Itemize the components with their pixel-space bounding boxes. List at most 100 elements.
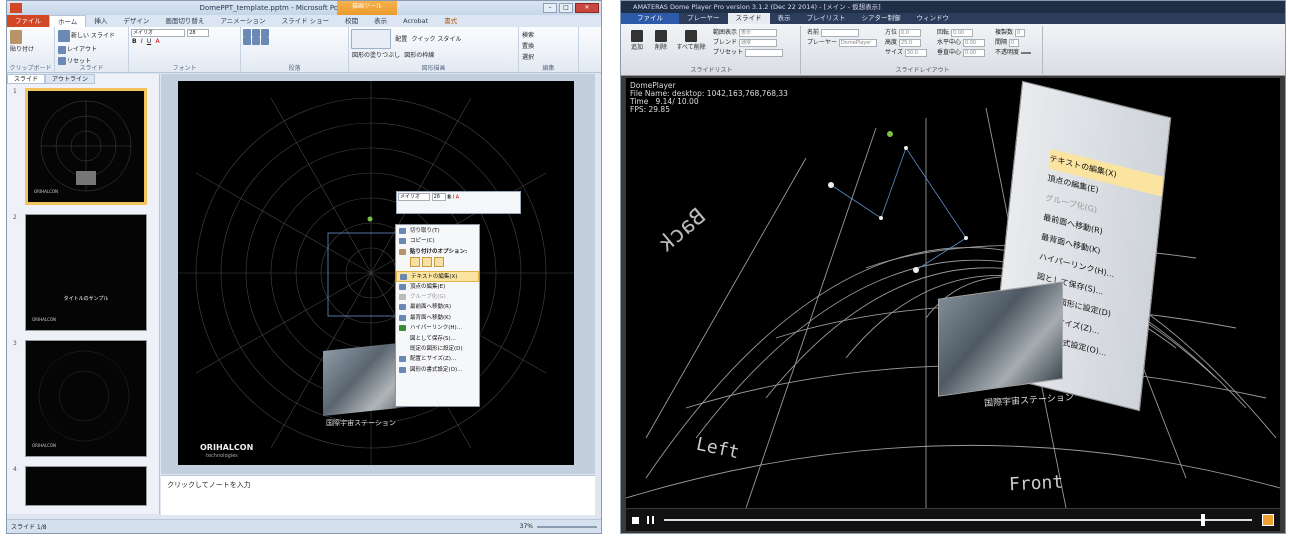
align-center-icon[interactable] [252, 37, 260, 45]
menu-item[interactable]: テキストの編集(X) [396, 271, 479, 282]
spacing-input[interactable]: 0 [1008, 38, 1019, 47]
tab-slide[interactable]: スライド [727, 13, 770, 24]
slide-canvas[interactable]: 国際宇宙ステーション ORIHALCON technologies [178, 81, 574, 465]
numbering-icon[interactable] [252, 29, 260, 37]
menu-item[interactable]: 最前面へ移動(R) [396, 302, 479, 312]
menu-item[interactable]: 切り取り(T) [396, 226, 479, 236]
underline-button[interactable]: U [147, 38, 151, 45]
menu-item[interactable]: 頂点の編集(E) [396, 282, 479, 292]
paste-option-icon[interactable] [422, 257, 432, 268]
tab-outline[interactable]: アウトライン [45, 74, 96, 84]
select-button[interactable]: 選択 [522, 52, 534, 61]
slide-thumbnail[interactable]: タイトルのサンプル ORIHALCON [25, 214, 147, 331]
minimize-button[interactable]: – [543, 3, 557, 13]
menu-item-label: 図として保存(S)... [410, 335, 456, 342]
close-button[interactable]: ✕ [575, 3, 599, 13]
tab-transitions[interactable]: 画面切り替え [157, 15, 212, 27]
opacity-slider[interactable] [1020, 51, 1031, 54]
tab-acrobat[interactable]: Acrobat [395, 15, 436, 27]
menu-item[interactable]: 最背面へ移動(K) [396, 313, 479, 323]
new-slide-button[interactable]: 新しい スライド [58, 30, 115, 42]
tab-format[interactable]: 書式 [436, 15, 465, 27]
maximize-button[interactable]: □ [559, 3, 573, 13]
layout-button[interactable]: レイアウト [58, 44, 97, 54]
indent-icon[interactable] [261, 29, 269, 37]
tab-view[interactable]: 表示 [366, 15, 395, 27]
mini-font-color-button[interactable]: A [456, 195, 459, 201]
bold-button[interactable]: B [132, 38, 137, 45]
ppt-app-icon[interactable] [10, 3, 22, 13]
paste-button[interactable]: 貼り付け [10, 30, 34, 53]
progress-track[interactable] [664, 514, 1252, 526]
dome-window-title: AMATERAS Dome Player Pro version 3.1.2 (… [633, 3, 881, 11]
bullets-icon[interactable] [243, 29, 251, 37]
preset-select[interactable] [744, 48, 783, 57]
name-input[interactable] [820, 28, 859, 37]
paste-option-icon[interactable] [434, 257, 444, 268]
slide-thumbnail[interactable] [25, 466, 147, 506]
tab-insert[interactable]: 挿入 [86, 15, 115, 27]
mini-size-select[interactable]: 28 [431, 193, 446, 201]
italic-button[interactable]: I [141, 38, 143, 45]
slide-thumbnail[interactable]: ORIHALCON [25, 340, 147, 457]
azimuth-input[interactable]: 0.0 [898, 28, 921, 37]
stop-button[interactable] [632, 516, 639, 524]
tab-playlist[interactable]: プレイリスト [799, 13, 854, 24]
mini-italic-button[interactable]: I [453, 195, 454, 201]
arrange-button[interactable]: 配置 [395, 34, 407, 43]
tab-home[interactable]: ホーム [49, 15, 87, 27]
menu-item[interactable]: 既定の図形に設定(D) [396, 344, 479, 354]
paste-option-icon[interactable] [410, 257, 420, 268]
size-input[interactable]: 30.0 [904, 48, 927, 57]
altitude-input[interactable]: 25.0 [898, 38, 921, 47]
tab-slides[interactable]: スライド [7, 74, 46, 84]
tab-review[interactable]: 校閲 [337, 15, 366, 27]
mini-bold-button[interactable]: B [447, 195, 451, 201]
tab-window[interactable]: ウィンドウ [909, 13, 958, 24]
font-size-select[interactable]: 28 [187, 29, 210, 37]
replace-button[interactable]: 置換 [522, 41, 534, 50]
player-select[interactable]: DomePlayer [838, 38, 877, 47]
tab-slideshow[interactable]: スライド ショー [274, 15, 338, 27]
tab-animations[interactable]: アニメーション [212, 15, 273, 27]
font-color-button[interactable]: A [155, 38, 159, 45]
rotation-input[interactable]: 0.00 [950, 28, 973, 37]
find-button[interactable]: 検索 [522, 30, 534, 39]
notes-pane[interactable]: クリックしてノートを入力 [161, 475, 595, 515]
menu-item[interactable]: コピー(C) [396, 236, 479, 246]
tab-display[interactable]: 表示 [770, 13, 799, 24]
tab-design[interactable]: デザイン [115, 15, 157, 27]
tab-file[interactable]: ファイル [621, 13, 679, 24]
hcenter-input[interactable]: 0.00 [962, 38, 985, 47]
pause-button[interactable] [647, 516, 654, 524]
vcenter-input[interactable]: 0.00 [962, 48, 985, 57]
tab-file[interactable]: ファイル [7, 15, 49, 27]
slide-thumbnail[interactable]: ORIHALCON [25, 88, 147, 205]
mini-font-select[interactable]: メイリオ [398, 193, 430, 201]
font-name-select[interactable]: メイリオ [131, 29, 185, 37]
copies-input[interactable]: 0 [1014, 28, 1025, 37]
delete-all-button[interactable]: すべて削除 [675, 30, 707, 51]
layout-label: レイアウト [67, 46, 98, 53]
align-right-icon[interactable] [261, 37, 269, 45]
tab-player[interactable]: プレーヤー [679, 13, 728, 24]
dome-viewport[interactable]: テキストの編集(X) 頂点の編集(E) グループ化(G) 最前面へ移動(R) 最… [626, 78, 1280, 508]
tab-theater[interactable]: シアター制御 [854, 13, 909, 24]
blend-select[interactable]: 通常 [738, 38, 777, 47]
range-select[interactable]: 表示 [738, 28, 777, 37]
menu-item[interactable]: 図として保存(S)... [396, 334, 479, 344]
menu-item[interactable]: 配置とサイズ(Z)... [396, 354, 479, 364]
menu-item-label: ハイパーリンク(H)... [410, 325, 462, 332]
playlist-icon[interactable] [1262, 514, 1274, 526]
menu-item[interactable]: ハイパーリンク(H)... [396, 323, 479, 333]
align-left-icon[interactable] [243, 37, 251, 45]
quick-style-button[interactable]: クイック スタイル [411, 34, 461, 43]
progress-thumb[interactable] [1201, 514, 1206, 526]
shape-outline-button[interactable]: 図形の枠線 [404, 50, 434, 59]
menu-item[interactable]: 図形の書式設定(O)... [396, 365, 479, 375]
delete-button[interactable]: 削除 [651, 30, 671, 51]
shapes-gallery[interactable] [351, 29, 391, 49]
shape-fill-button[interactable]: 図形の塗りつぶし [352, 50, 400, 59]
add-button[interactable]: 追加 [627, 30, 647, 51]
zoom-slider[interactable] [537, 525, 597, 528]
